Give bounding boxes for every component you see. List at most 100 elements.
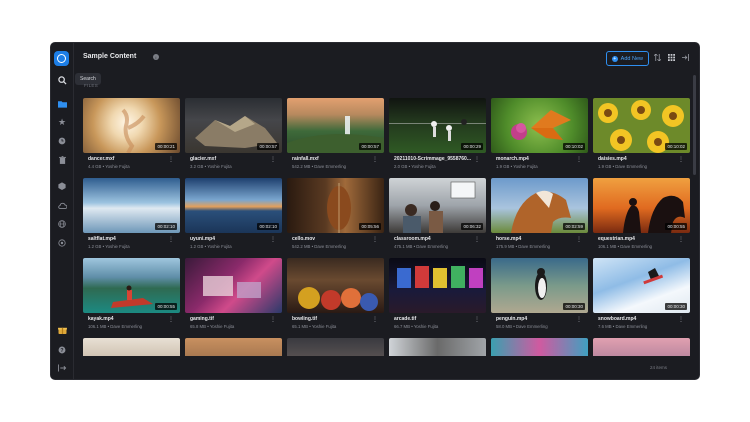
- file-meta: 106.1 MB • Dave Emmerling: [88, 324, 143, 329]
- more-options-icon[interactable]: ⋮: [270, 316, 276, 323]
- file-card[interactable]: [287, 338, 384, 356]
- duration-badge: 00:06:32: [461, 223, 483, 230]
- top-bar: Sample Content i + Add New: [73, 43, 699, 73]
- add-new-label: Add New: [620, 55, 643, 62]
- globe-icon[interactable]: [55, 217, 69, 231]
- svg-text:?: ?: [60, 348, 63, 354]
- sort-icon[interactable]: [653, 53, 662, 62]
- grid-view-icon[interactable]: [667, 53, 676, 62]
- more-options-icon[interactable]: ⋮: [372, 236, 378, 243]
- file-name: uyuni.mp4: [190, 236, 216, 242]
- file-name: kayak.mp4: [88, 316, 114, 322]
- more-options-icon[interactable]: ⋮: [576, 316, 582, 323]
- more-options-icon[interactable]: ⋮: [576, 156, 582, 163]
- more-options-icon[interactable]: ⋮: [168, 236, 174, 243]
- more-options-icon[interactable]: ⋮: [678, 236, 684, 243]
- info-icon[interactable]: i: [153, 54, 159, 60]
- more-options-icon[interactable]: ⋮: [474, 236, 480, 243]
- duration-badge: 00:00:21: [155, 143, 177, 150]
- thumbnail: [83, 338, 180, 356]
- thumbnail: 00:00:21: [83, 98, 180, 153]
- file-card[interactable]: 00:00:21 dancer.mxf 4.4 GB • Yoshie Fuji…: [83, 98, 180, 172]
- gift-icon[interactable]: [55, 323, 69, 337]
- clock-icon[interactable]: [55, 134, 69, 148]
- file-card[interactable]: gaming.tif 65.8 MB • Yoshie Fujita ⋮: [185, 258, 282, 332]
- file-meta: 1.2 GB • Yoshie Fujita: [88, 244, 130, 249]
- file-meta: 542.2 MB • Dave Emmerling: [292, 244, 347, 249]
- thumbnail: 00:00:30: [593, 258, 690, 313]
- more-options-icon[interactable]: ⋮: [372, 316, 378, 323]
- scrollbar[interactable]: [693, 75, 696, 175]
- app-logo[interactable]: [54, 51, 69, 66]
- thumbnail: 00:10:02: [491, 98, 588, 153]
- item-count: 24 items: [649, 365, 667, 370]
- more-options-icon[interactable]: ⋮: [576, 236, 582, 243]
- more-options-icon[interactable]: ⋮: [678, 316, 684, 323]
- thumbnail: 00:00:55: [83, 258, 180, 313]
- more-options-icon[interactable]: ⋮: [270, 156, 276, 163]
- more-options-icon[interactable]: ⋮: [678, 156, 684, 163]
- thumbnail: [389, 338, 486, 356]
- file-name: saltflat.mp4: [88, 236, 116, 242]
- file-name: classroom.mp4: [394, 236, 431, 242]
- more-options-icon[interactable]: ⋮: [270, 236, 276, 243]
- file-name: dancer.mxf: [88, 156, 115, 162]
- file-card[interactable]: [185, 338, 282, 356]
- file-card[interactable]: 00:00:30 penguin.mp4 58.0 MB • Dave Emme…: [491, 258, 588, 332]
- folder-icon[interactable]: [55, 97, 69, 111]
- file-meta: 1.9 GB • Yoshie Fujita: [496, 164, 538, 169]
- file-card[interactable]: 00:02:59 horse.mp4 175.9 MB • Dave Emmer…: [491, 178, 588, 252]
- file-card[interactable]: [491, 338, 588, 356]
- file-card[interactable]: [389, 338, 486, 356]
- file-name: bowling.tif: [292, 316, 317, 322]
- thumbnail: 00:10:02: [593, 98, 690, 153]
- box-icon[interactable]: [55, 179, 69, 193]
- file-card[interactable]: arcade.tif 66.7 MB • Yoshie Fujita ⋮: [389, 258, 486, 332]
- thumbnail: 00:02:10: [185, 178, 282, 233]
- file-name: monarch.mp4: [496, 156, 529, 162]
- file-card[interactable]: bowling.tif 65.1 MB • Yoshie Fujita ⋮: [287, 258, 384, 332]
- file-card[interactable]: 00:00:55 equestrian.mp4 106.1 MB • Dave …: [593, 178, 690, 252]
- cloud-icon[interactable]: [55, 198, 69, 212]
- file-meta: 65.8 MB • Yoshie Fujita: [190, 324, 235, 329]
- collapse-panel-icon[interactable]: [681, 53, 690, 62]
- more-options-icon[interactable]: ⋮: [474, 316, 480, 323]
- logout-icon[interactable]: [55, 361, 69, 375]
- duration-badge: 00:02:59: [563, 223, 585, 230]
- thumbnail: [491, 338, 588, 356]
- file-card[interactable]: 00:06:32 classroom.mp4 475.1 MB • Dave E…: [389, 178, 486, 252]
- file-card[interactable]: [83, 338, 180, 356]
- file-card[interactable]: 00:05:56 cello.mov 542.2 MB • Dave Emmer…: [287, 178, 384, 252]
- file-card[interactable]: 00:02:10 saltflat.mp4 1.2 GB • Yoshie Fu…: [83, 178, 180, 252]
- file-card[interactable]: 00:00:57 rainfall.mxf 542.2 MB • Dave Em…: [287, 98, 384, 172]
- file-meta: 175.9 MB • Dave Emmerling: [496, 244, 551, 249]
- file-card[interactable]: 00:10:02 monarch.mp4 1.9 GB • Yoshie Fuj…: [491, 98, 588, 172]
- help-icon[interactable]: ?: [55, 343, 69, 357]
- more-options-icon[interactable]: ⋮: [474, 156, 480, 163]
- file-card[interactable]: 00:00:30 snowboard.mp4 7.6 MB • Dave Emm…: [593, 258, 690, 332]
- file-card[interactable]: [593, 338, 690, 356]
- file-name: cello.mov: [292, 236, 316, 242]
- file-name: arcade.tif: [394, 316, 417, 322]
- thumbnail: 00:00:57: [185, 98, 282, 153]
- search-icon[interactable]: [55, 73, 69, 87]
- more-options-icon[interactable]: ⋮: [372, 156, 378, 163]
- add-new-button[interactable]: + Add New: [605, 51, 649, 66]
- more-options-icon[interactable]: ⋮: [168, 316, 174, 323]
- file-card[interactable]: 00:00:29 20211010-Scrimmage_9558760... 2…: [389, 98, 486, 172]
- thumbnail: 00:00:55: [593, 178, 690, 233]
- file-card[interactable]: 00:00:55 kayak.mp4 106.1 MB • Dave Emmer…: [83, 258, 180, 332]
- target-icon[interactable]: [55, 236, 69, 250]
- thumbnail: 00:00:30: [491, 258, 588, 313]
- sidebar-rail: ★ ?: [51, 43, 74, 379]
- file-meta: 4.4 GB • Yoshie Fujita: [88, 164, 130, 169]
- thumbnail: 00:05:56: [287, 178, 384, 233]
- duration-badge: 00:02:10: [155, 223, 177, 230]
- trash-icon[interactable]: [55, 153, 69, 167]
- file-card[interactable]: 00:00:57 glacier.mxf 3.2 GB • Yoshie Fuj…: [185, 98, 282, 172]
- thumbnail: [287, 258, 384, 313]
- star-icon[interactable]: ★: [55, 115, 69, 129]
- file-card[interactable]: 00:02:10 uyuni.mp4 1.2 GB • Yoshie Fujit…: [185, 178, 282, 252]
- file-card[interactable]: 00:10:02 daisies.mp4 1.9 GB • Dave Emmer…: [593, 98, 690, 172]
- more-options-icon[interactable]: ⋮: [168, 156, 174, 163]
